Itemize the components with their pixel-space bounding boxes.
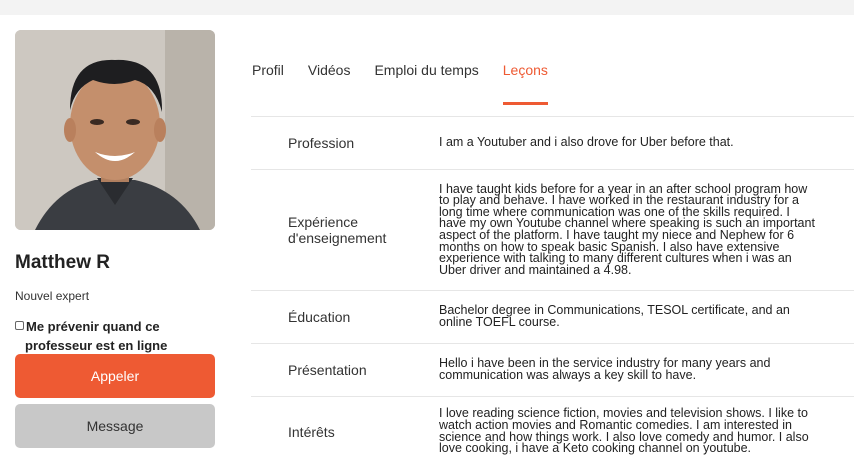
details-row-interests: Intérêts I love reading science fiction,… [251, 396, 854, 466]
notify-checkbox-row[interactable]: Me prévenir quand ce professeur est en l… [15, 317, 215, 355]
tab-lessons[interactable]: Leçons [502, 62, 549, 107]
details-value: I love reading science fiction, movies a… [439, 406, 809, 456]
profile-photo [15, 30, 215, 230]
profile-subtitle: Nouvel expert [15, 289, 90, 303]
details-value: Hello i have been in the service industr… [439, 356, 771, 382]
details-row-profession: Profession I am a Youtuber and i also dr… [251, 116, 854, 169]
tab-schedule[interactable]: Emploi du temps [374, 62, 478, 107]
details-row-experience: Expérience d'enseignement I have taught … [251, 169, 854, 290]
details-label: Intérêts [288, 423, 335, 440]
top-bar [0, 0, 854, 15]
notify-checkbox[interactable] [15, 321, 24, 330]
details-value: I am a Youtuber and i also drove for Ube… [439, 135, 734, 150]
details-value: Bachelor degree in Communications, TESOL… [439, 303, 790, 329]
details-row-presentation: Présentation Hello i have been in the se… [251, 343, 854, 396]
details-table: Profession I am a Youtuber and i also dr… [251, 116, 854, 466]
notify-label-line1: Me prévenir quand ce [26, 319, 160, 334]
details-row-education: Éducation Bachelor degree in Communicati… [251, 290, 854, 343]
profile-name: Matthew R [15, 252, 110, 273]
tab-videos[interactable]: Vidéos [308, 62, 351, 107]
message-button[interactable]: Message [15, 404, 215, 448]
details-label: Profession [288, 135, 355, 151]
details-label: Présentation [288, 362, 367, 378]
notify-label-line2: professeur est en ligne [25, 338, 168, 353]
details-label: Expérience d'enseignement [288, 214, 387, 246]
details-value: I have taught kids before for a year in … [439, 181, 815, 277]
profile-tabs: Profil Vidéos Emploi du temps Leçons [252, 62, 572, 107]
details-label: Éducation [288, 309, 351, 325]
tab-profil[interactable]: Profil [252, 62, 284, 107]
call-button[interactable]: Appeler [15, 354, 215, 398]
profile-card: Matthew R Nouvel expert Me prévenir quan… [0, 15, 854, 471]
